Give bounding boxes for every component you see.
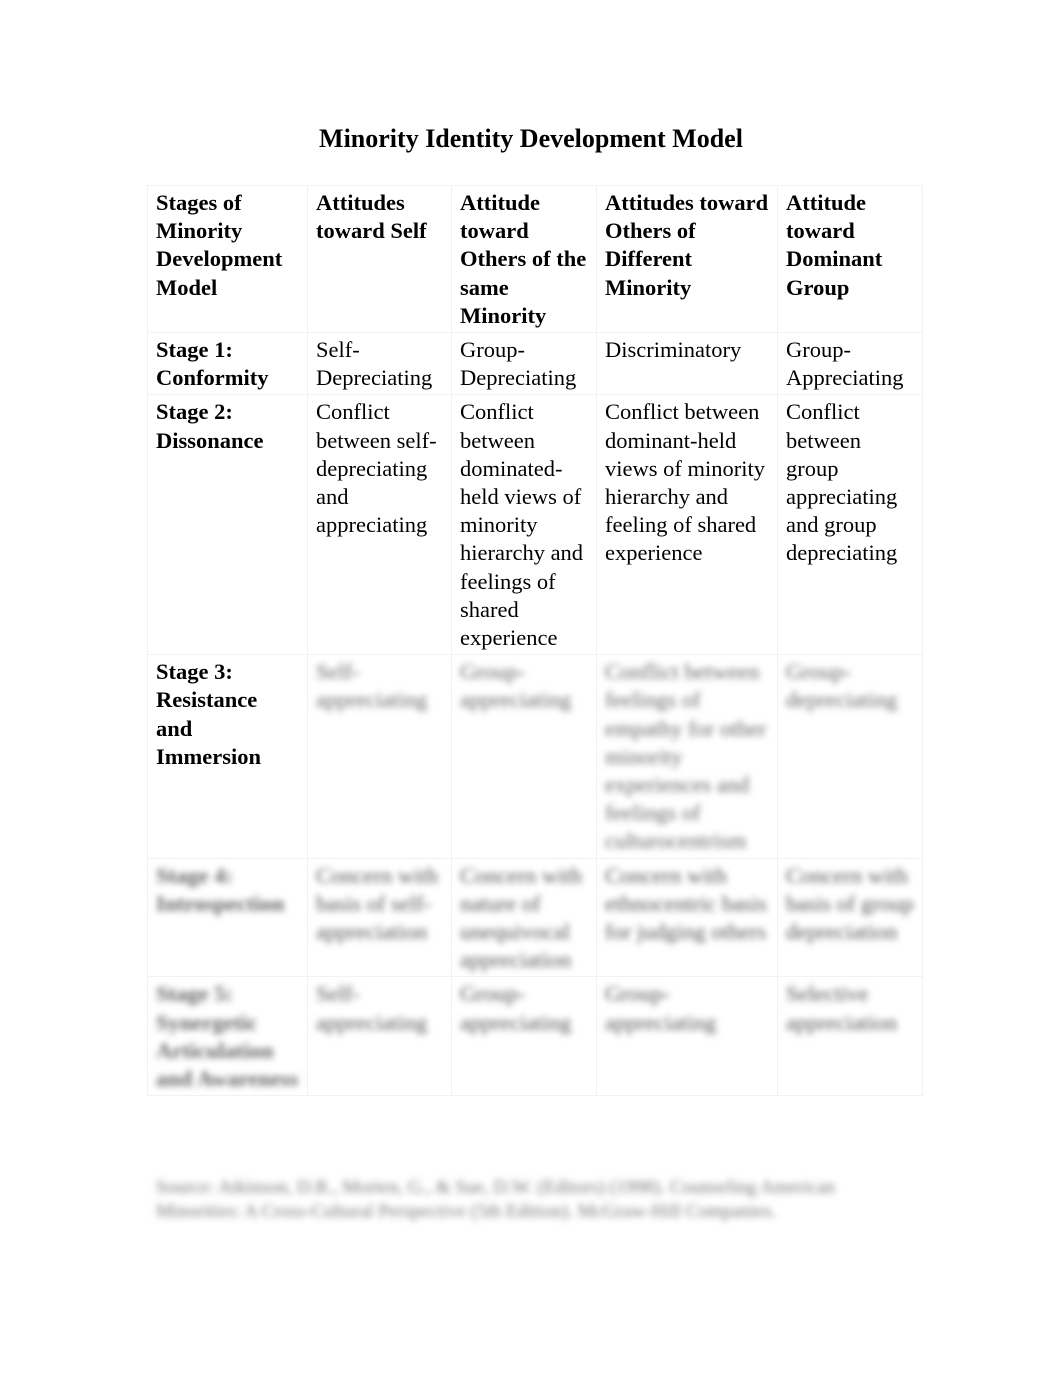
cell-dominant-group: Conflict between group appreciating and … xyxy=(777,394,923,656)
stage-label: Stage 3: Resistance and Immersion xyxy=(147,654,308,859)
header-attitude-different-minority: Attitudes toward Others of Different Min… xyxy=(596,184,778,334)
cell-self: Conflict between self-depreciating and a… xyxy=(307,394,452,656)
document-title: Minority Identity Development Model xyxy=(319,124,743,153)
cell-same-minority: Group-appreciating xyxy=(451,654,597,859)
table-row: Stage 4: Introspection Concern with basi… xyxy=(147,857,923,978)
cell-different-minority: Concern with ethnocentric basis for judg… xyxy=(596,857,778,978)
stage-label: Stage 4: Introspection xyxy=(147,857,308,978)
table-row: Stage 2: Dissonance Conflict between sel… xyxy=(147,394,923,656)
stage-label: Stage 5: Synergetic Articulation and Awa… xyxy=(147,976,308,1097)
cell-self: Self-appreciating xyxy=(307,976,452,1097)
header-attitude-dominant-group: Attitude toward Dominant Group xyxy=(777,184,923,334)
cell-self: Self-appreciating xyxy=(307,654,452,859)
header-attitude-same-minority: Attitude toward Others of the same Minor… xyxy=(451,184,597,334)
cell-self: Self-Depreciating xyxy=(307,332,452,396)
cell-dominant-group: Selective appreciation xyxy=(777,976,923,1097)
cell-same-minority: Group-Depreciating xyxy=(451,332,597,396)
cell-same-minority: Conflict between dominated-held views of… xyxy=(451,394,597,656)
cell-different-minority: Conflict between feelings of empathy for… xyxy=(596,654,778,859)
source-citation: Source: Atkinson, D.R., Morten, G., & Su… xyxy=(156,1177,836,1222)
header-attitude-self: Attitudes toward Self xyxy=(307,184,452,334)
cell-different-minority: Conflict between dominant-held views of … xyxy=(596,394,778,656)
cell-same-minority: Concern with nature of unequivocal appre… xyxy=(451,857,597,978)
stage-label: Stage 2: Dissonance xyxy=(147,394,308,656)
cell-same-minority: Group-appreciating xyxy=(451,976,597,1097)
cell-dominant-group: Group-Appreciating xyxy=(777,332,923,396)
stage-label: Stage 1: Conformity xyxy=(147,332,308,396)
table-row: Stage 5: Synergetic Articulation and Awa… xyxy=(147,976,923,1097)
table-row: Stage 3: Resistance and Immersion Self-a… xyxy=(147,654,923,859)
cell-different-minority: Group-appreciating xyxy=(596,976,778,1097)
cell-self: Concern with basis of self-appreciation xyxy=(307,857,452,978)
table-header-row: Stages of Minority Development Model Att… xyxy=(147,184,923,334)
cell-different-minority: Discriminatory xyxy=(596,332,778,396)
minority-identity-table: Stages of Minority Development Model Att… xyxy=(147,184,923,1097)
cell-dominant-group: Concern with basis of group depreciation xyxy=(777,857,923,978)
header-stages: Stages of Minority Development Model xyxy=(147,184,308,334)
table-row: Stage 1: Conformity Self-Depreciating Gr… xyxy=(147,332,923,396)
cell-dominant-group: Group-depreciating xyxy=(777,654,923,859)
